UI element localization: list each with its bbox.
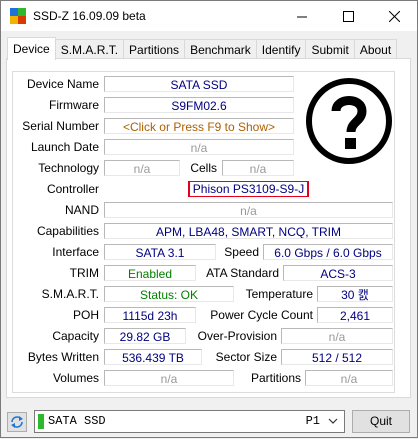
temperature-label: Temperature <box>245 287 313 301</box>
trim-value: Enabled <box>104 265 196 281</box>
drive-port: P1 <box>305 414 320 428</box>
drive-select[interactable]: SATA SSD P1 <box>34 410 345 433</box>
capabilities-value: APM, LBA48, SMART, NCQ, TRIM <box>104 223 393 239</box>
technology-value: n/a <box>104 160 180 176</box>
sector-size-value: 512 / 512 <box>281 349 393 365</box>
maximize-icon <box>342 10 354 22</box>
maximize-button[interactable] <box>325 1 371 31</box>
capabilities-label: Capabilities <box>36 224 99 238</box>
cells-label: Cells <box>190 161 217 175</box>
temperature-value: 30 캜 <box>317 286 393 302</box>
poh-value: 1115d 23h <box>104 307 196 323</box>
smart-value: Status: OK <box>104 286 234 302</box>
device-name-label: Device Name <box>26 77 99 91</box>
device-name-value: SATA SSD <box>104 76 294 92</box>
minimize-button[interactable] <box>279 1 325 31</box>
launch-date-label: Launch Date <box>30 140 99 154</box>
window-title: SSD-Z 16.09.09 beta <box>33 9 146 23</box>
volumes-label: Volumes <box>52 371 99 385</box>
minimize-icon <box>296 16 307 17</box>
tab-device[interactable]: Device <box>7 37 56 60</box>
controller-label: Controller <box>46 182 99 196</box>
controller-field: Phison PS3109-S9-J <box>104 181 393 197</box>
app-window: SSD-Z 16.09.09 beta Device S.M.A.R.T. Pa… <box>0 0 418 438</box>
tab-about[interactable]: About <box>353 39 398 59</box>
power-cycle-label: Power Cycle Count <box>210 308 313 322</box>
over-provision-label: Over-Provision <box>197 329 277 343</box>
tab-identify[interactable]: Identify <box>255 39 307 59</box>
ata-standard-value: ACS-3 <box>283 265 393 281</box>
power-cycle-value: 2,461 <box>317 307 393 323</box>
bottom-bar: SATA SSD P1 Quit <box>1 403 417 439</box>
cells-value: n/a <box>222 160 294 176</box>
drive-status-indicator <box>38 414 44 429</box>
chevron-down-icon <box>328 418 338 424</box>
partitions-label: Partitions <box>250 371 301 385</box>
interface-value: SATA 3.1 <box>104 244 216 260</box>
sector-size-label: Sector Size <box>215 350 277 364</box>
refresh-button[interactable] <box>7 412 27 432</box>
technology-label: Technology <box>38 161 99 175</box>
speed-value: 6.0 Gbps / 6.0 Gbps <box>263 244 393 260</box>
speed-label: Speed <box>224 245 259 259</box>
volumes-value: n/a <box>104 370 234 386</box>
ata-standard-label: ATA Standard <box>206 266 279 280</box>
smart-label: S.M.A.R.T. <box>41 287 99 301</box>
capacity-label: Capacity <box>52 329 99 343</box>
tab-submit[interactable]: Submit <box>305 39 355 59</box>
bytes-written-value: 536.439 TB <box>104 349 202 365</box>
controller-value: Phison PS3109-S9-J <box>187 181 310 197</box>
capacity-value: 29.82 GB <box>104 328 186 344</box>
interface-label: Interface <box>52 245 99 259</box>
partitions-value: n/a <box>305 370 393 386</box>
serial-number-label: Serial Number <box>22 119 99 133</box>
serial-number-value[interactable]: <Click or Press F9 to Show> <box>104 118 294 134</box>
close-icon <box>388 10 400 22</box>
tab-smart[interactable]: S.M.A.R.T. <box>54 39 125 59</box>
launch-date-value: n/a <box>104 139 294 155</box>
nand-label: NAND <box>64 203 99 217</box>
app-icon <box>10 8 26 24</box>
firmware-value: S9FM02.6 <box>104 97 294 113</box>
quit-button[interactable]: Quit <box>352 410 410 433</box>
close-button[interactable] <box>371 1 417 31</box>
drive-select-value: SATA SSD <box>48 414 106 428</box>
trim-label: TRIM <box>69 266 99 280</box>
tab-benchmark[interactable]: Benchmark <box>184 39 257 59</box>
bytes-written-label: Bytes Written <box>27 350 99 364</box>
tab-bar: Device S.M.A.R.T. Partitions Benchmark I… <box>7 37 398 60</box>
nand-value: n/a <box>104 202 393 218</box>
poh-label: POH <box>72 308 99 322</box>
title-bar: SSD-Z 16.09.09 beta <box>1 1 417 31</box>
drive-image-question-icon <box>306 78 392 164</box>
firmware-label: Firmware <box>49 98 99 112</box>
refresh-icon <box>11 416 23 428</box>
tab-partitions[interactable]: Partitions <box>123 39 186 59</box>
over-provision-value: n/a <box>281 328 393 344</box>
